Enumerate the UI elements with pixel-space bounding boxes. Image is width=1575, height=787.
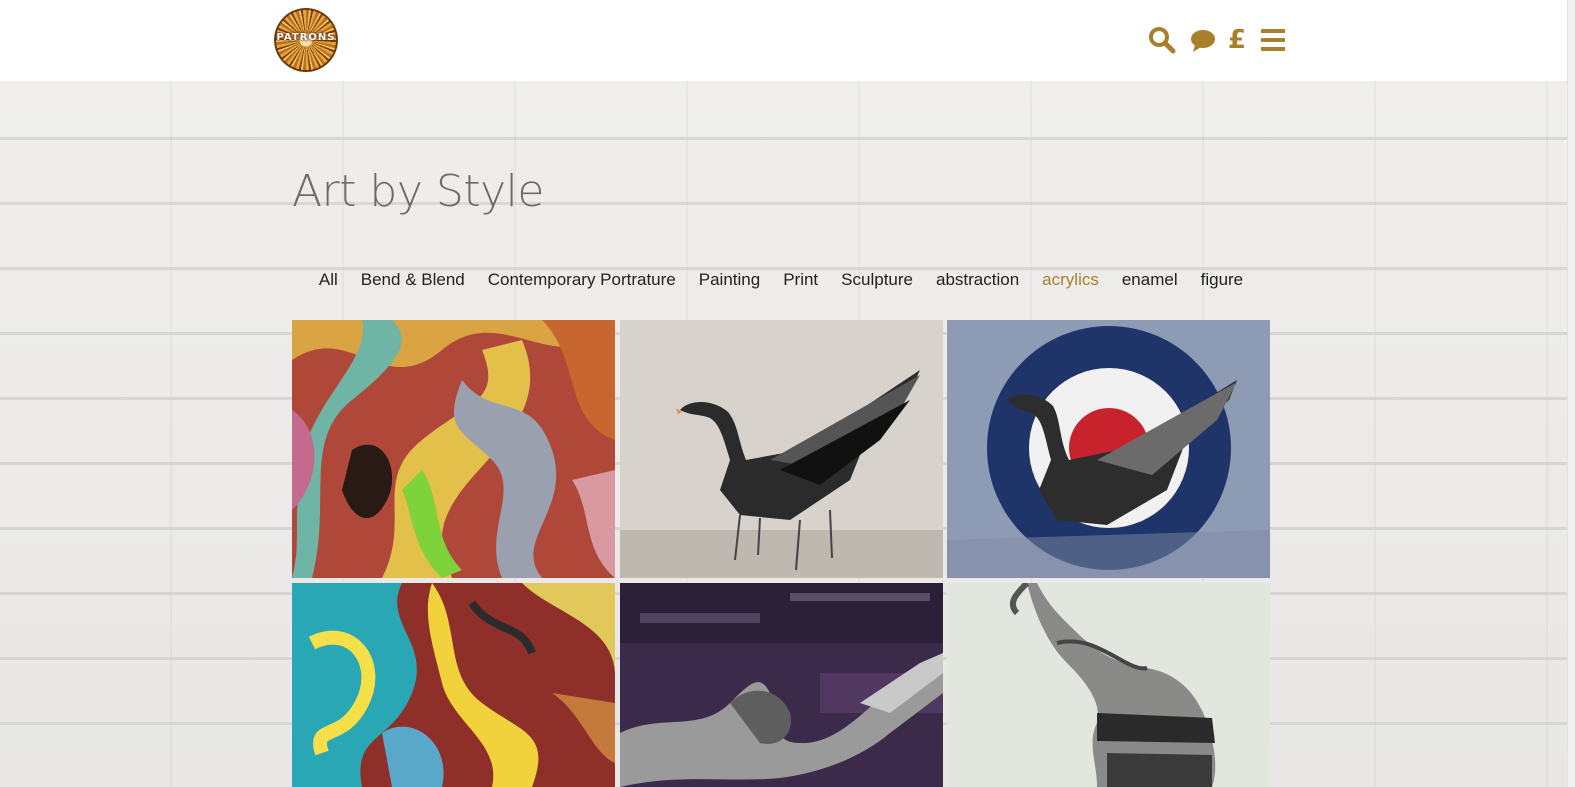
filter-sculpture[interactable]: Sculpture <box>841 270 913 290</box>
filter-bend-and-blend[interactable]: Bend & Blend <box>361 270 465 290</box>
artwork-image-abstract-swirl <box>292 320 615 578</box>
search-icon[interactable] <box>1148 24 1176 56</box>
artwork-tile[interactable] <box>947 320 1270 578</box>
page-title: Art by Style <box>292 166 544 217</box>
filter-abstraction[interactable]: abstraction <box>936 270 1019 290</box>
style-filter-bar: All Bend & Blend Contemporary Portrature… <box>292 270 1270 290</box>
artwork-tile[interactable] <box>292 583 615 787</box>
site-header: PATRONS £ <box>0 0 1568 81</box>
artwork-image-figure-purple <box>620 583 943 787</box>
artwork-grid <box>292 320 1270 787</box>
filter-figure[interactable]: figure <box>1201 270 1244 290</box>
artwork-image-swan-roundel <box>947 320 1270 578</box>
filter-acrylics[interactable]: acrylics <box>1042 270 1099 290</box>
filter-painting[interactable]: Painting <box>699 270 760 290</box>
patrons-logo[interactable]: PATRONS <box>274 8 338 72</box>
filter-contemporary-portrature[interactable]: Contemporary Portrature <box>488 270 676 290</box>
menu-icon[interactable] <box>1260 24 1286 56</box>
chat-bubble-icon[interactable] <box>1190 24 1216 56</box>
artwork-image-swan <box>620 320 943 578</box>
pound-icon[interactable]: £ <box>1228 24 1246 56</box>
logo-text: PATRONS <box>276 32 336 43</box>
artwork-tile[interactable] <box>292 320 615 578</box>
artwork-tile[interactable] <box>947 583 1270 787</box>
scrollbar[interactable] <box>1567 0 1575 787</box>
filter-enamel[interactable]: enamel <box>1122 270 1178 290</box>
artwork-image-abstract-marble <box>292 583 615 787</box>
artwork-tile[interactable] <box>620 320 943 578</box>
filter-print[interactable]: Print <box>783 270 818 290</box>
artwork-tile[interactable] <box>620 583 943 787</box>
artwork-image-figure-back <box>947 583 1270 787</box>
filter-all[interactable]: All <box>319 270 338 290</box>
